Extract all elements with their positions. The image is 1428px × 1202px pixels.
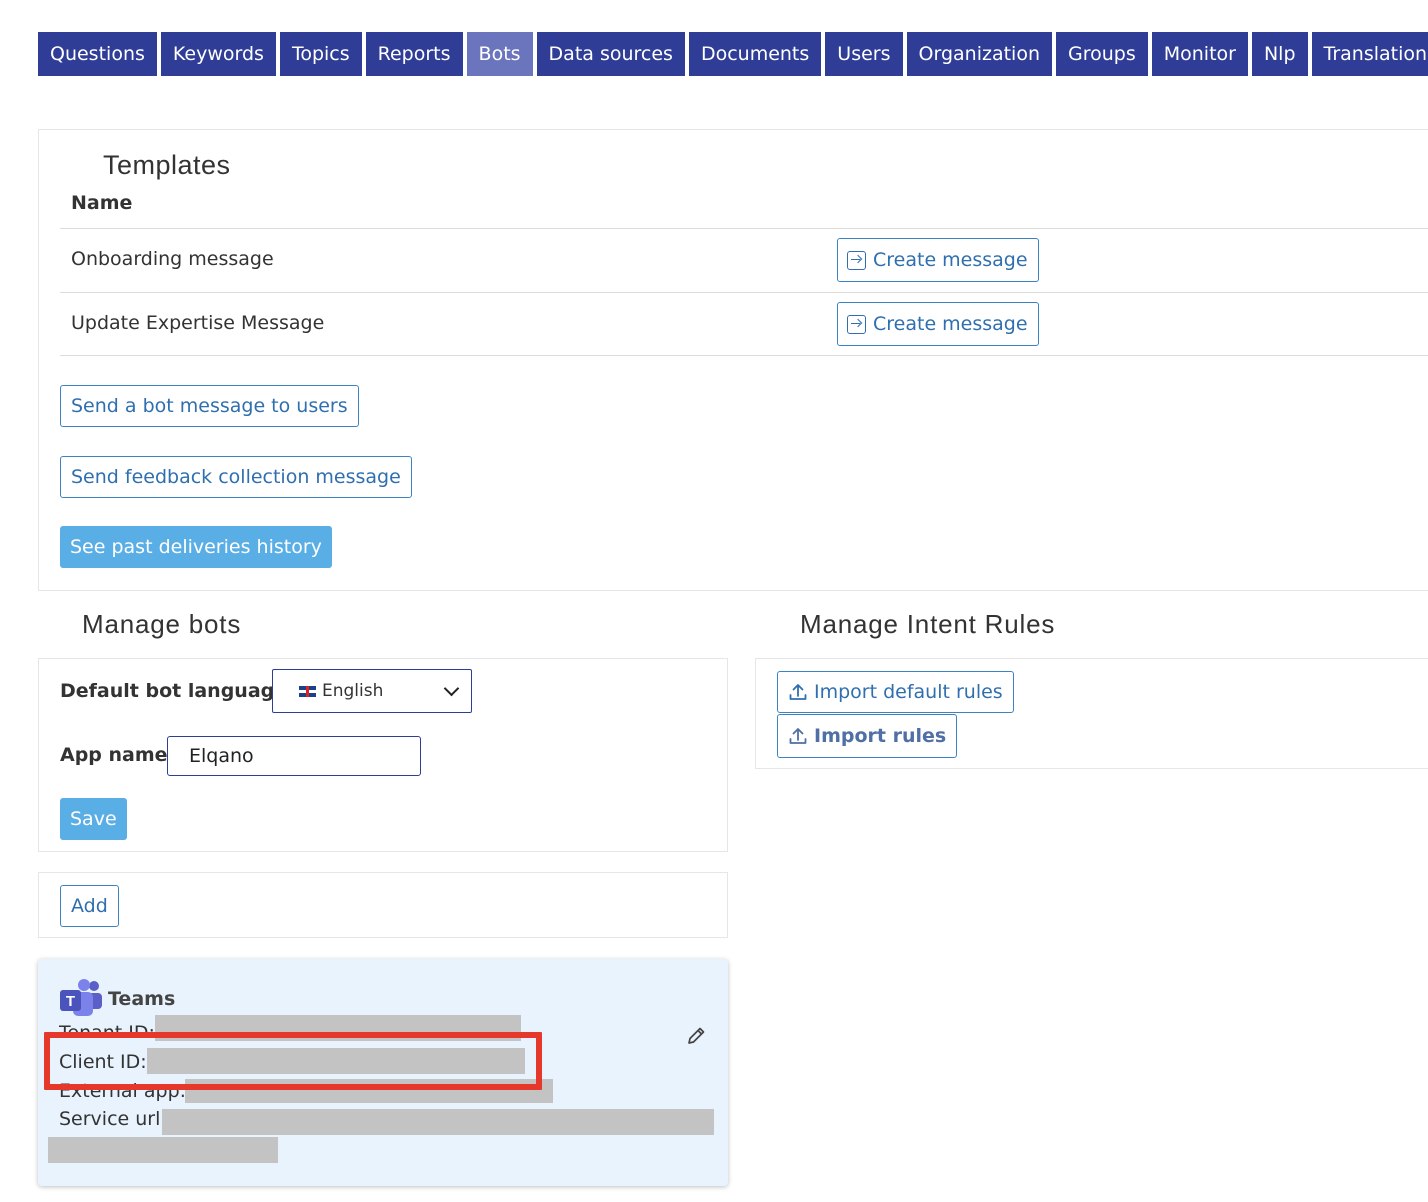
uk-flag-icon <box>299 685 316 697</box>
tab-translation[interactable]: Translation <box>1311 32 1428 76</box>
bot-settings-panel: Default bot language: English App name: … <box>38 658 728 852</box>
svg-text:T: T <box>66 993 75 1010</box>
tab-monitor[interactable]: Monitor <box>1151 32 1248 76</box>
app-name-input[interactable] <box>167 736 421 776</box>
import-rules-button[interactable]: Import rules <box>777 714 958 758</box>
create-message-label: Create message <box>873 249 1028 271</box>
add-bot-button[interactable]: Add <box>60 885 119 927</box>
manage-intent-rules-title: Manage Intent Rules <box>800 609 1056 639</box>
templates-panel: Templates Name Onboarding message Create… <box>38 129 1428 591</box>
tab-reports[interactable]: Reports <box>365 32 463 76</box>
redacted-service-url-continued <box>48 1137 278 1163</box>
app-name-label: App name: <box>60 744 176 766</box>
main-nav-tabs: Questions Keywords Topics Reports Bots D… <box>38 32 1428 76</box>
upload-icon <box>789 684 807 700</box>
template-name: Onboarding message <box>71 248 274 270</box>
chevron-down-icon <box>443 680 460 697</box>
tab-questions[interactable]: Questions <box>38 32 157 76</box>
past-deliveries-button[interactable]: See past deliveries history <box>60 526 332 568</box>
create-message-button[interactable]: Create message <box>837 302 1039 346</box>
tab-documents[interactable]: Documents <box>688 32 822 76</box>
language-value: English <box>322 681 384 701</box>
teams-bot-card: T Teams Tenant ID: Client ID: External a… <box>38 959 728 1186</box>
redacted-service-url <box>162 1109 714 1135</box>
manage-bots-title: Manage bots <box>82 609 242 639</box>
templates-title: Templates <box>103 150 231 180</box>
template-row: Update Expertise Message Create message <box>60 292 1428 356</box>
teams-title: Teams <box>108 988 176 1010</box>
arrow-into-box-icon <box>847 314 866 334</box>
tab-topics[interactable]: Topics <box>279 32 362 76</box>
import-rules-label: Import rules <box>814 725 947 747</box>
arrow-into-box-icon <box>847 250 866 270</box>
tab-data-sources[interactable]: Data sources <box>536 32 685 76</box>
create-message-button[interactable]: Create message <box>837 238 1039 282</box>
create-message-label: Create message <box>873 313 1028 335</box>
service-url-label: Service url: <box>59 1108 167 1130</box>
tab-bots[interactable]: Bots <box>466 32 533 76</box>
microsoft-teams-icon: T <box>60 979 102 1016</box>
send-bot-message-button[interactable]: Send a bot message to users <box>60 385 359 427</box>
intent-rules-panel: Import default rules Import rules <box>755 658 1428 769</box>
client-id-highlight-box <box>44 1032 542 1090</box>
tab-groups[interactable]: Groups <box>1055 32 1148 76</box>
language-select[interactable]: English <box>272 669 472 713</box>
default-language-label: Default bot language: <box>60 680 295 702</box>
tab-nlp[interactable]: Nlp <box>1251 32 1308 76</box>
tab-keywords[interactable]: Keywords <box>160 32 276 76</box>
save-button[interactable]: Save <box>60 798 127 840</box>
add-bot-panel: Add <box>38 872 728 938</box>
template-name: Update Expertise Message <box>71 312 325 334</box>
tab-users[interactable]: Users <box>825 32 903 76</box>
import-default-rules-button[interactable]: Import default rules <box>777 671 1014 713</box>
send-feedback-button[interactable]: Send feedback collection message <box>60 456 412 498</box>
upload-icon <box>789 728 807 744</box>
pencil-icon[interactable] <box>685 1025 707 1047</box>
import-default-rules-label: Import default rules <box>814 681 1003 703</box>
template-row: Onboarding message Create message <box>60 228 1428 292</box>
tab-organization[interactable]: Organization <box>906 32 1052 76</box>
name-column-header: Name <box>71 192 133 214</box>
